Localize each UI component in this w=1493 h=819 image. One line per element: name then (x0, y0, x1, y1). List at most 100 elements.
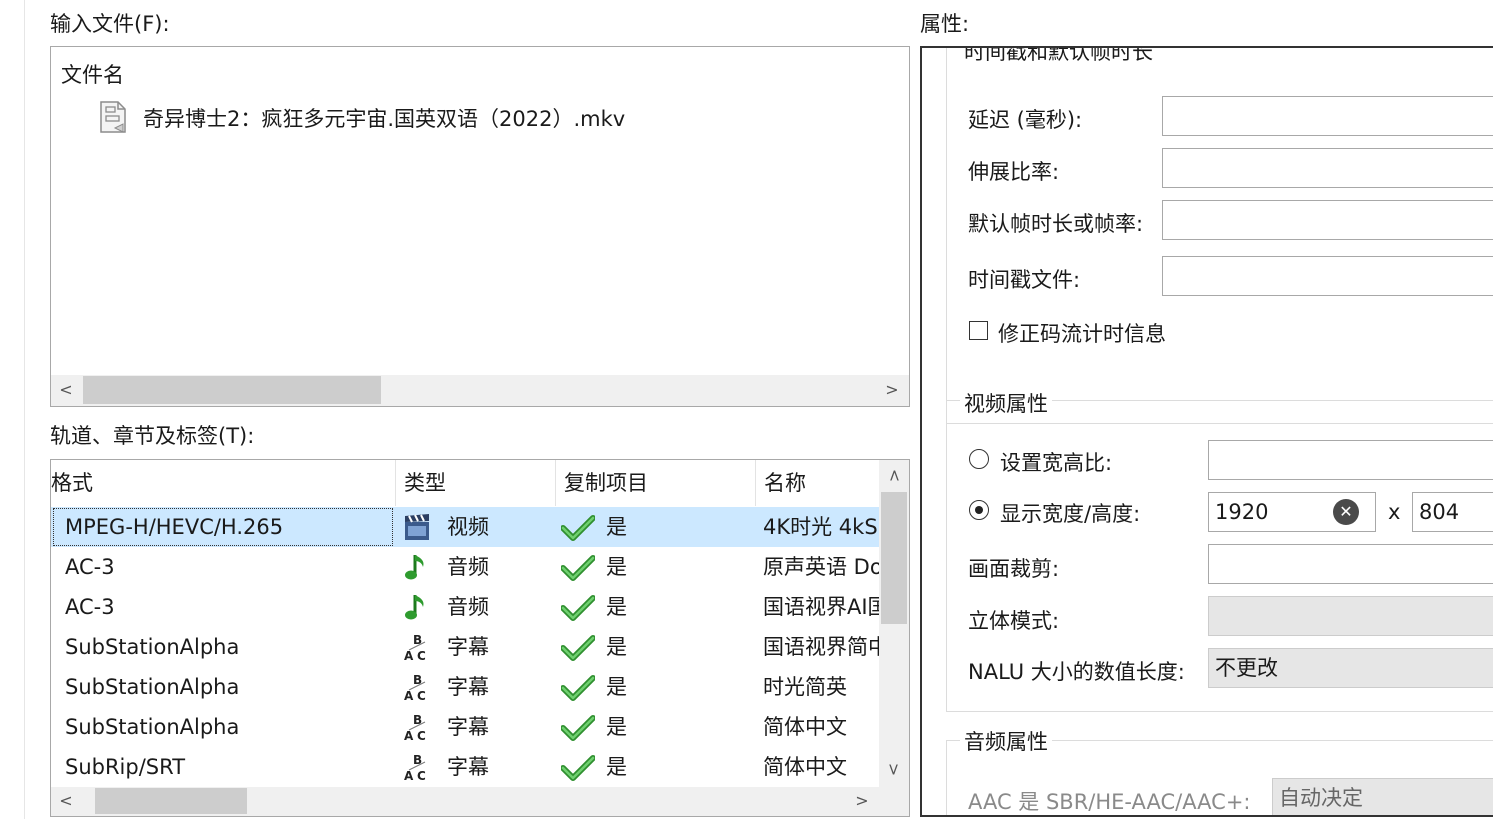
track-format: MPEG-H/HEVC/H.265 (65, 515, 284, 539)
checkmark-icon (561, 507, 597, 547)
display-height-value: 804 (1419, 500, 1460, 524)
audio-group-title: 音频属性 (960, 726, 1052, 756)
track-copy: 是 (606, 675, 627, 699)
document-icon (99, 101, 127, 133)
tracks-table[interactable]: 格式 类型 复制项目 名称 MPEG-H/HEVC/H.265 视频是 4K时光 4… (50, 459, 910, 817)
track-name: 简体中文 (763, 755, 847, 779)
track-copy: 是 (606, 755, 627, 779)
display-width-value: 1920 (1215, 500, 1269, 524)
scroll-right-icon[interactable]: > (881, 380, 903, 399)
svg-text:A: A (404, 769, 414, 782)
svg-text:A: A (404, 689, 414, 702)
track-row[interactable]: AC-3 音频 是 原声英语 Do (51, 547, 879, 587)
clear-icon[interactable]: ✕ (1333, 499, 1359, 525)
track-row[interactable]: MPEG-H/HEVC/H.265 视频 是 4K时光 4kS (51, 507, 879, 547)
track-name: 简体中文 (763, 715, 847, 739)
track-type: 字幕 (447, 675, 489, 699)
subtitle-abc-icon: BAC (403, 627, 433, 667)
track-copy: 是 (606, 595, 627, 619)
display-size-label: 显示宽度/高度: (1000, 502, 1141, 526)
scroll-right-icon[interactable]: > (851, 791, 873, 810)
track-copy: 是 (606, 515, 627, 539)
hscroll-thumb[interactable] (83, 376, 381, 404)
column-header-format[interactable]: 格式 (51, 460, 396, 506)
track-format: SubStationAlpha (65, 675, 240, 699)
svg-text:C: C (417, 769, 426, 782)
music-note-icon (403, 547, 433, 587)
default-duration-label: 默认帧时长或帧率: (968, 212, 1144, 236)
track-rows: MPEG-H/HEVC/H.265 视频是 4K时光 4kS AC-3 音频是原声英语 … (51, 507, 879, 787)
display-width-input[interactable]: 1920 ✕ (1208, 492, 1376, 532)
subtitle-abc-icon: BAC (403, 747, 433, 787)
fix-bitstream-checkbox[interactable] (969, 321, 988, 340)
timestamp-file-input[interactable] (1162, 256, 1493, 296)
file-name: 奇异博士2：疯狂多元宇宙.国英双语（2022）.mkv (143, 107, 626, 131)
svg-text:B: B (413, 753, 422, 767)
column-header-type[interactable]: 类型 (396, 460, 556, 506)
display-height-input[interactable]: 804 (1412, 492, 1493, 532)
tracks-hscrollbar[interactable]: < > (51, 787, 909, 816)
crop-label: 画面裁剪: (968, 557, 1060, 581)
track-type: 音频 (447, 555, 489, 579)
svg-text:C: C (417, 729, 426, 742)
aspect-ratio-label: 设置宽高比: (1000, 451, 1113, 475)
scroll-left-icon[interactable]: < (55, 380, 77, 399)
track-format: SubRip/SRT (65, 755, 186, 779)
checkmark-icon (561, 587, 597, 627)
stretch-input[interactable] (1162, 148, 1493, 188)
aspect-ratio-input[interactable] (1208, 440, 1493, 480)
column-header-copy[interactable]: 复制项目 (556, 460, 756, 506)
svg-text:C: C (417, 649, 426, 662)
input-files-label: 输入文件(F): (50, 12, 170, 36)
track-name: 国语视界简中 (763, 635, 879, 659)
subtitle-abc-icon: BAC (403, 667, 433, 707)
track-row[interactable]: SubStationAlpha B A C 字幕 是 时光简英 (51, 667, 879, 707)
sbr-label: AAC 是 SBR/HE-AAC/AAC+: (968, 790, 1251, 814)
delay-input[interactable] (1162, 96, 1493, 136)
scroll-up-icon[interactable]: > (885, 465, 904, 487)
stereo-select[interactable] (1208, 596, 1493, 636)
timestamp-file-label: 时间戳文件: (968, 268, 1081, 292)
default-duration-input[interactable] (1162, 200, 1493, 240)
stretch-label: 伸展比率: (968, 160, 1060, 184)
size-separator: x (1388, 500, 1401, 524)
track-row[interactable]: AC-3 音频 是 国语视界AI国 (51, 587, 879, 627)
track-row[interactable]: SubRip/SRT B A C 字幕 是 简体中文 (51, 747, 879, 787)
track-type: 字幕 (447, 755, 489, 779)
track-name: 时光简英 (763, 675, 847, 699)
track-copy: 是 (606, 555, 627, 579)
input-files-list[interactable]: 文件名 奇异博士2：疯狂多元宇宙.国英双语（2022）.mkv < > (50, 46, 910, 407)
checkmark-icon (561, 667, 597, 707)
vscroll-thumb[interactable] (881, 492, 907, 624)
display-size-radio[interactable] (969, 500, 989, 520)
svg-text:A: A (404, 649, 414, 662)
nalu-label: NALU 大小的数值长度: (968, 660, 1185, 684)
track-type: 字幕 (447, 715, 489, 739)
scroll-left-icon[interactable]: < (55, 791, 77, 810)
svg-text:A: A (404, 729, 414, 742)
window-left-edge (24, 0, 25, 819)
sbr-select[interactable]: 自动决定 (1272, 778, 1493, 815)
filename-column-header[interactable]: 文件名 (61, 59, 124, 89)
track-name: 4K时光 4kS (763, 515, 878, 539)
timestamps-group-title: 时间戳和默认帧时长 (960, 48, 1157, 66)
properties-panel[interactable]: 时间戳和默认帧时长 延迟 (毫秒): 伸展比率: 默认帧时长或帧率: 时间戳文件… (920, 46, 1493, 817)
track-name: 国语视界AI国 (763, 595, 879, 619)
tracks-vscrollbar[interactable]: > > (879, 460, 909, 787)
track-row[interactable]: SubStationAlpha B A C 字幕 是 国语视界简中 (51, 627, 879, 667)
track-format: SubStationAlpha (65, 715, 240, 739)
hscroll-thumb[interactable] (95, 788, 247, 814)
nalu-value: 不更改 (1215, 656, 1278, 680)
scroll-down-icon[interactable]: > (885, 759, 904, 781)
nalu-select[interactable]: 不更改 (1208, 648, 1493, 688)
track-row[interactable]: SubStationAlpha B A C 字幕 是 简体中文 (51, 707, 879, 747)
column-header-name[interactable]: 名称 (756, 460, 879, 506)
checkmark-icon (561, 707, 597, 747)
crop-input[interactable] (1208, 544, 1493, 584)
aspect-ratio-radio[interactable] (969, 449, 989, 469)
input-files-hscrollbar[interactable]: < > (51, 375, 909, 406)
track-type: 字幕 (447, 635, 489, 659)
checkmark-icon (561, 547, 597, 587)
stereo-label: 立体模式: (968, 609, 1060, 633)
file-item[interactable]: 奇异博士2：疯狂多元宇宙.国英双语（2022）.mkv (99, 99, 859, 135)
